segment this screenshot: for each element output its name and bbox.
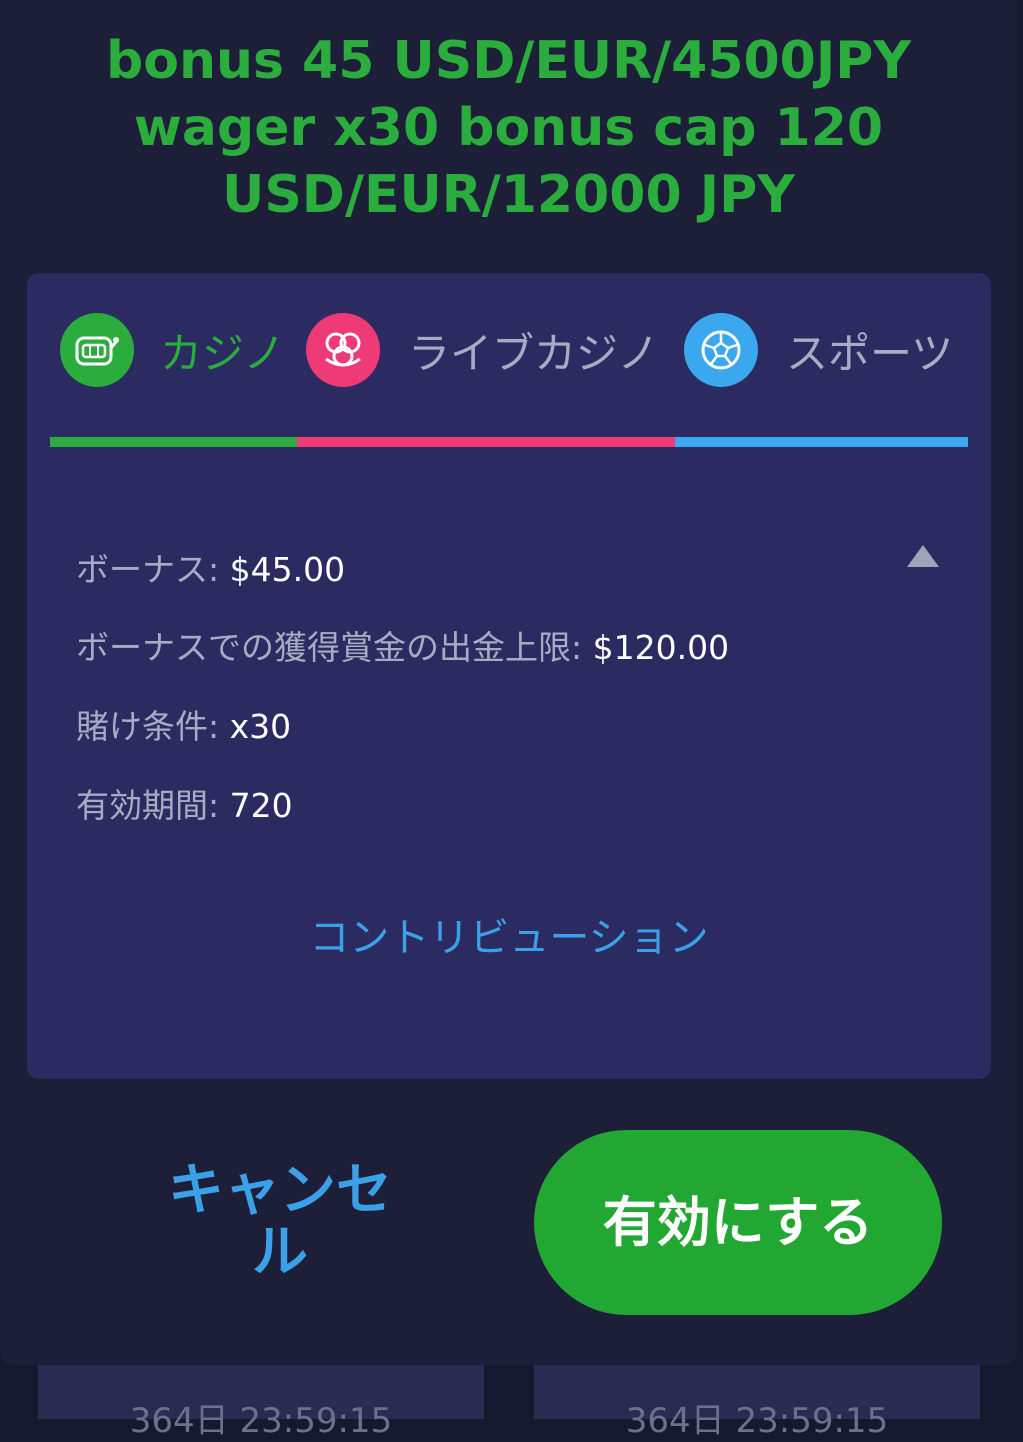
activate-button[interactable]: 有効にする xyxy=(534,1130,942,1315)
detail-label: ボーナス: xyxy=(76,550,220,589)
detail-value: $120.00 xyxy=(592,628,730,667)
tab-label: ライブカジノ xyxy=(408,328,660,378)
bonus-modal: bonus 45 USD/EUR/4500JPY wager x30 bonus… xyxy=(0,0,1017,1365)
detail-label: 有効期間: xyxy=(76,786,220,825)
bonus-details-card: カジノ ライブカジノ スポーツ ボーナス: $45.00 ボーナスでの獲得賞金の… xyxy=(27,273,991,1079)
contribution-bar-casino xyxy=(50,437,297,447)
tab-sports[interactable]: スポーツ xyxy=(684,313,953,387)
background-card-left: 364日 23:59:15 xyxy=(38,1365,484,1441)
cancel-button[interactable]: キャンセル xyxy=(150,1160,410,1284)
contribution-bar-live-casino xyxy=(297,437,675,447)
contribution-link[interactable]: コントリビューション xyxy=(27,905,991,963)
detail-validity: 有効期間: 720 xyxy=(76,779,293,827)
slot-machine-icon xyxy=(60,313,134,387)
detail-bonus: ボーナス: $45.00 xyxy=(76,543,345,591)
detail-label: 賭け条件: xyxy=(76,707,220,746)
countdown-timer: 364日 23:59:15 xyxy=(625,1401,889,1441)
tab-live-casino[interactable]: ライブカジノ xyxy=(306,313,659,387)
countdown-timer: 364日 23:59:15 xyxy=(129,1401,393,1441)
tab-casino[interactable]: カジノ xyxy=(60,313,285,387)
collapse-arrow-icon[interactable] xyxy=(907,545,939,567)
contribution-bar-sports xyxy=(675,437,968,447)
detail-value: 720 xyxy=(229,786,293,825)
bonus-title: bonus 45 USD/EUR/4500JPY wager x30 bonus… xyxy=(106,31,911,225)
tab-label: スポーツ xyxy=(786,328,954,378)
detail-withdraw-cap: ボーナスでの獲得賞金の出金上限: $120.00 xyxy=(76,621,729,669)
detail-value: $45.00 xyxy=(229,550,346,589)
poker-chips-icon xyxy=(306,313,380,387)
tab-label: カジノ xyxy=(160,328,286,378)
detail-label: ボーナスでの獲得賞金の出金上限: xyxy=(76,628,583,667)
detail-wager: 賭け条件: x30 xyxy=(76,700,291,748)
background-card-right: 364日 23:59:15 xyxy=(534,1365,980,1441)
soccer-ball-icon xyxy=(684,313,758,387)
detail-value: x30 xyxy=(229,707,292,746)
